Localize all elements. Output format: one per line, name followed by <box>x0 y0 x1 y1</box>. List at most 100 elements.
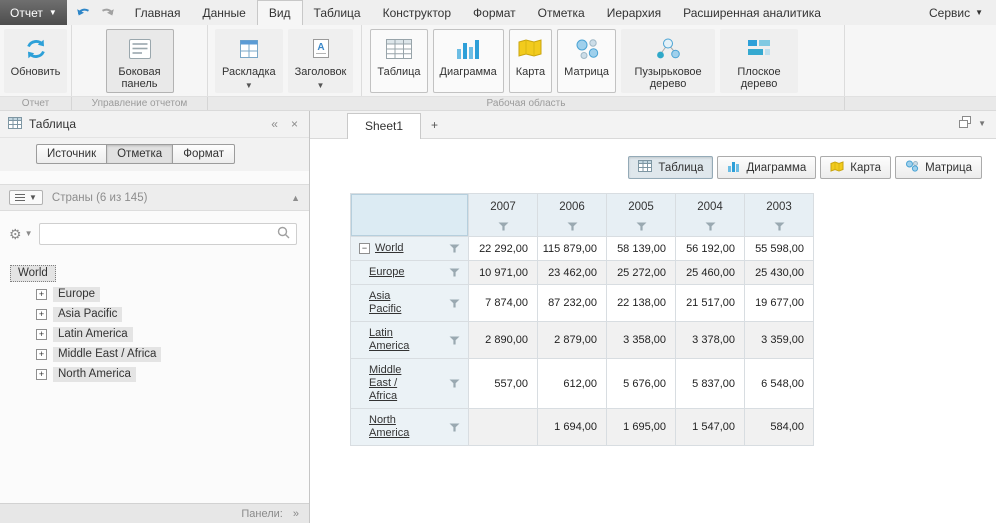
data-cell[interactable] <box>469 409 538 446</box>
menu-tab-1[interactable]: Главная <box>124 0 192 25</box>
menu-tab-4[interactable]: Таблица <box>303 0 372 25</box>
column-header[interactable]: 2006 <box>538 193 607 237</box>
data-cell[interactable]: 115 879,00 <box>538 237 607 261</box>
expand-icon[interactable]: + <box>36 309 47 320</box>
data-cell[interactable]: 58 139,00 <box>607 237 676 261</box>
row-header[interactable]: Latin America <box>350 322 469 359</box>
tree-item[interactable]: + North America <box>36 367 301 382</box>
data-cell[interactable]: 21 517,00 <box>676 285 745 322</box>
column-header[interactable]: 2007 <box>469 193 538 237</box>
tree-item-label[interactable]: Asia Pacific <box>53 307 122 322</box>
dimension-menu-button[interactable]: ▼ <box>9 190 43 205</box>
filter-icon[interactable] <box>498 222 509 231</box>
data-cell[interactable]: 25 430,00 <box>745 261 814 285</box>
settings-button[interactable]: ⚙ ▼ <box>9 226 32 243</box>
data-cell[interactable]: 5 837,00 <box>676 359 745 409</box>
filter-icon[interactable] <box>636 222 647 231</box>
member-link[interactable]: Asia Pacific <box>369 290 421 316</box>
layout-button[interactable]: Раскладка ▼ <box>215 29 283 93</box>
view-chart-button[interactable]: Диаграмма <box>717 156 816 179</box>
filter-icon[interactable] <box>449 379 460 388</box>
filter-icon[interactable] <box>449 336 460 345</box>
data-cell[interactable]: 3 378,00 <box>676 322 745 359</box>
close-panel-icon[interactable]: × <box>288 117 301 131</box>
map-view-button[interactable]: Карта <box>509 29 552 93</box>
side-panel-button[interactable]: Боковая панель <box>106 29 174 93</box>
row-header[interactable]: Europe <box>350 261 469 285</box>
table-corner-cell[interactable] <box>350 193 469 237</box>
tree-item-label[interactable]: World <box>10 265 56 282</box>
view-matrix-button[interactable]: Матрица <box>895 156 982 179</box>
tree-item[interactable]: + Europe <box>36 287 301 302</box>
chart-view-button[interactable]: Диаграмма <box>433 29 504 93</box>
data-cell[interactable]: 22 292,00 <box>469 237 538 261</box>
data-cell[interactable]: 25 460,00 <box>676 261 745 285</box>
chevron-down-icon[interactable]: ▼ <box>978 120 986 128</box>
member-link[interactable]: Europe <box>369 266 421 279</box>
filter-icon[interactable] <box>567 222 578 231</box>
data-cell[interactable]: 55 598,00 <box>745 237 814 261</box>
data-cell[interactable]: 3 359,00 <box>745 322 814 359</box>
row-header[interactable]: North America <box>350 409 469 446</box>
data-cell[interactable]: 557,00 <box>469 359 538 409</box>
data-cell[interactable]: 6 548,00 <box>745 359 814 409</box>
filter-icon[interactable] <box>449 268 460 277</box>
data-cell[interactable]: 1 695,00 <box>607 409 676 446</box>
column-header[interactable]: 2003 <box>745 193 814 237</box>
add-sheet-button[interactable]: + <box>421 113 448 138</box>
undo-icon[interactable] <box>76 5 91 21</box>
matrix-view-button[interactable]: Матрица <box>557 29 616 93</box>
member-link[interactable]: Middle East / Africa <box>369 364 421 403</box>
tree-item[interactable]: +Middle East / Africa <box>36 347 301 362</box>
view-map-button[interactable]: Карта <box>820 156 891 179</box>
sheet-tab[interactable]: Sheet1 <box>347 113 421 139</box>
flat-tree-button[interactable]: Плоское дерево <box>720 29 798 93</box>
sidebar-tab-1[interactable]: Источник <box>36 144 107 164</box>
data-cell[interactable]: 1 547,00 <box>676 409 745 446</box>
expand-icon[interactable]: + <box>36 369 47 380</box>
menu-tab-5[interactable]: Конструктор <box>372 0 462 25</box>
row-header[interactable]: Asia Pacific <box>350 285 469 322</box>
sidebar-tab-2[interactable]: Отметка <box>107 144 173 164</box>
row-header[interactable]: −World <box>350 237 469 261</box>
sidebar-tab-3[interactable]: Формат <box>173 144 235 164</box>
menu-tab-7[interactable]: Отметка <box>527 0 596 25</box>
refresh-button[interactable]: Обновить <box>4 29 68 93</box>
filter-icon[interactable] <box>449 244 460 253</box>
expand-icon[interactable]: + <box>36 289 47 300</box>
data-cell[interactable]: 5 676,00 <box>607 359 676 409</box>
filter-icon[interactable] <box>449 299 460 308</box>
data-cell[interactable]: 2 879,00 <box>538 322 607 359</box>
data-cell[interactable]: 584,00 <box>745 409 814 446</box>
menu-tab-8[interactable]: Иерархия <box>596 0 672 25</box>
tree-item[interactable]: + Asia Pacific <box>36 307 301 322</box>
panels-more-icon[interactable]: » <box>293 508 299 520</box>
tree-item-label[interactable]: Europe <box>53 287 100 302</box>
view-table-button[interactable]: Таблица <box>628 156 713 179</box>
member-link[interactable]: Latin America <box>369 327 421 353</box>
column-header[interactable]: 2005 <box>607 193 676 237</box>
filter-icon[interactable] <box>449 423 460 432</box>
service-menu-button[interactable]: Сервис ▼ <box>916 0 996 25</box>
tree-item-label[interactable]: North America <box>53 367 136 382</box>
tree-item-label[interactable]: Middle East / Africa <box>53 347 161 362</box>
menu-tab-3[interactable]: Вид <box>257 0 303 25</box>
redo-icon[interactable] <box>100 5 115 21</box>
collapse-section-icon[interactable]: ▲ <box>291 193 300 203</box>
filter-icon[interactable] <box>774 222 785 231</box>
collapse-icon[interactable]: − <box>359 243 370 254</box>
tree-item[interactable]: +Latin America <box>36 327 301 342</box>
window-cascade-icon[interactable] <box>958 115 972 132</box>
data-cell[interactable]: 56 192,00 <box>676 237 745 261</box>
data-cell[interactable]: 3 358,00 <box>607 322 676 359</box>
data-cell[interactable]: 19 677,00 <box>745 285 814 322</box>
menu-tab-2[interactable]: Данные <box>191 0 256 25</box>
table-view-button[interactable]: Таблица <box>370 29 427 93</box>
data-cell[interactable]: 22 138,00 <box>607 285 676 322</box>
data-cell[interactable]: 612,00 <box>538 359 607 409</box>
expand-icon[interactable]: + <box>36 329 47 340</box>
data-cell[interactable]: 7 874,00 <box>469 285 538 322</box>
member-link[interactable]: World <box>375 242 404 255</box>
title-button[interactable]: A Заголовок ▼ <box>288 29 354 93</box>
data-cell[interactable]: 1 694,00 <box>538 409 607 446</box>
